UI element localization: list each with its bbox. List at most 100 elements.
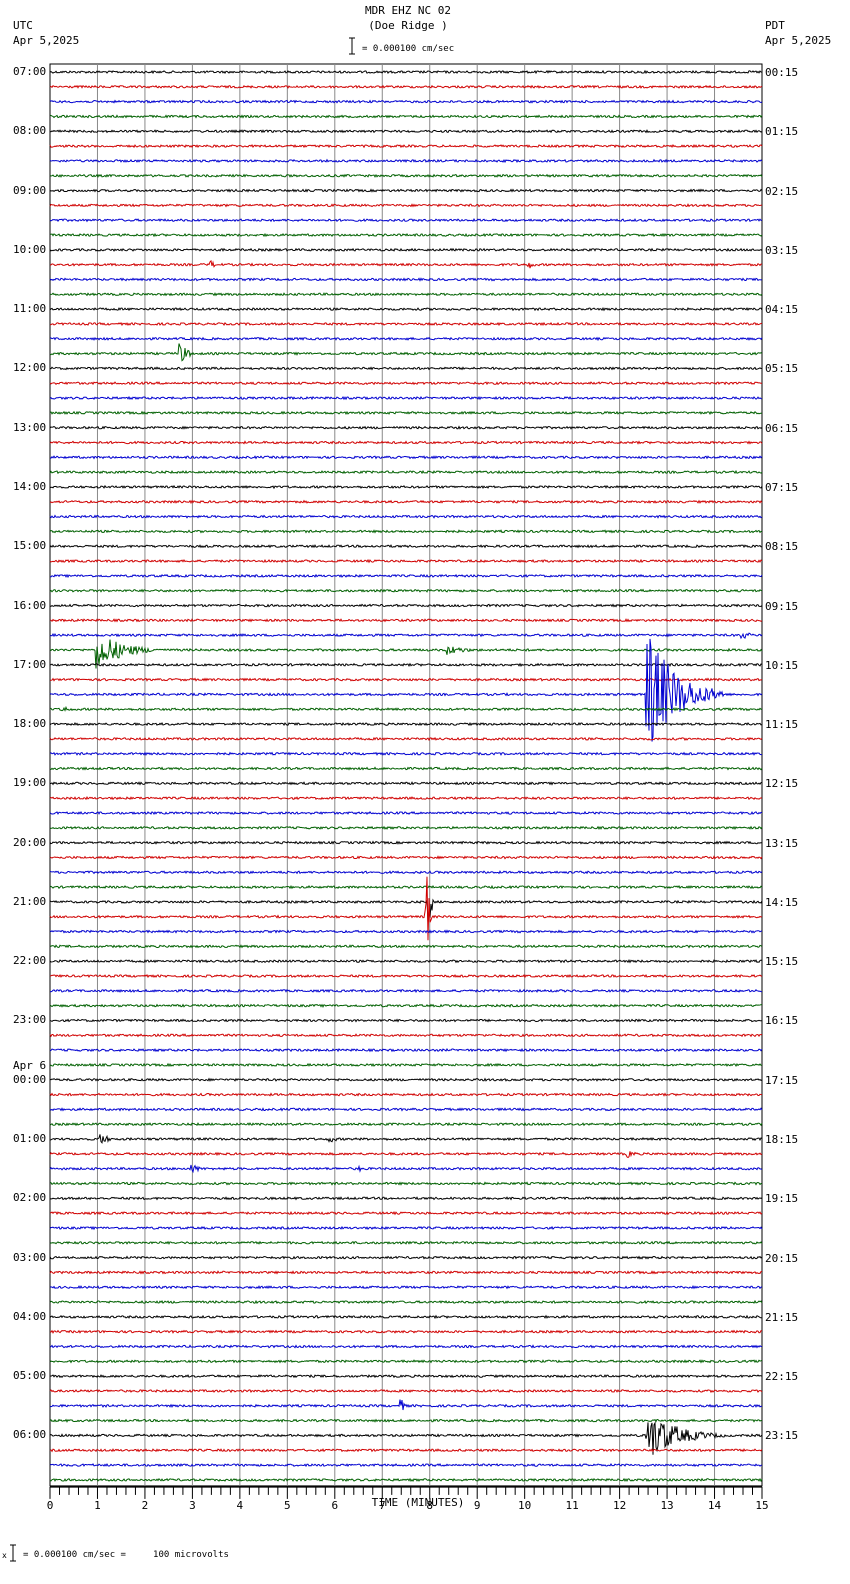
seismic-trace (49, 158, 763, 164)
utc-hour-label: 12:00 (13, 361, 47, 375)
seismic-trace (49, 1181, 763, 1186)
local-hour-label: 05:15 (765, 362, 799, 376)
local-hour-label: 21:15 (765, 1310, 799, 1324)
seismic-trace (49, 1418, 763, 1423)
local-hour-label: 15:15 (765, 955, 799, 969)
seismic-trace (49, 129, 763, 134)
local-hour-label: 00:15 (765, 66, 799, 79)
seismic-trace (49, 381, 762, 386)
seismic-trace (49, 1344, 762, 1349)
seismic-trace (49, 810, 763, 816)
seismic-trace (49, 410, 763, 415)
seismic-trace (49, 751, 762, 756)
seismic-trace (49, 277, 763, 282)
x-tick-label: 15 (755, 1498, 769, 1512)
local-hour-label: 09:15 (765, 599, 799, 613)
utc-hour-label: 03:00 (13, 1250, 47, 1264)
seismic-trace (49, 336, 763, 342)
seismic-trace (49, 99, 763, 104)
seismic-trace (49, 514, 763, 519)
seismic-trace (49, 114, 763, 119)
x-tick-label: 1 (94, 1498, 101, 1512)
x-tick-label: 7 (378, 1498, 386, 1512)
local-hour-label: 10:15 (765, 658, 799, 672)
seismic-trace (49, 1062, 763, 1068)
utc-hour-label: 07:00 (13, 65, 47, 78)
seismic-trace (49, 84, 763, 89)
seismic-trace (49, 618, 763, 623)
seismic-trace (49, 1134, 763, 1144)
seismic-trace (49, 1196, 763, 1201)
seismic-trace (49, 766, 763, 771)
x-tick-label: 0 (46, 1498, 54, 1512)
seismic-trace (49, 188, 763, 193)
seismic-trace (49, 343, 763, 362)
utc-hour-label: 21:00 (13, 894, 47, 908)
seismic-trace (49, 1285, 763, 1290)
seismic-trace (49, 544, 762, 549)
seismic-trace (49, 395, 763, 401)
local-hour-label: 13:15 (765, 836, 799, 850)
local-hour-label: 19:15 (765, 1192, 799, 1206)
utc-hour-label: 16:00 (13, 598, 47, 612)
seismic-trace (49, 1164, 763, 1174)
seismic-trace (49, 825, 763, 831)
local-hour-label: 07:15 (765, 480, 799, 494)
seismic-trace (50, 455, 763, 460)
seismic-trace (49, 588, 763, 593)
seismic-trace (49, 638, 763, 742)
local-hour-label: 08:15 (765, 540, 799, 554)
utc-hour-label: 15:00 (13, 539, 47, 553)
local-hour-label: 17:15 (765, 1073, 799, 1087)
x-tick-label: 10 (518, 1498, 532, 1512)
x-tick-label: 12 (612, 1498, 627, 1512)
helicorder-plot (10, 37, 763, 1562)
utc-hour-label: 23:00 (13, 1013, 47, 1027)
seismic-trace (49, 1210, 763, 1216)
seismic-trace (49, 1388, 763, 1394)
local-hour-label: 06:15 (765, 421, 799, 435)
utc-hour-label: 08:00 (13, 124, 47, 138)
local-hour-label: 03:15 (765, 243, 799, 257)
seismic-trace (49, 884, 763, 890)
day-change-label: Apr 6 (13, 1058, 47, 1072)
seismic-trace (49, 321, 763, 327)
utc-hour-label: 11:00 (13, 302, 47, 316)
seismic-trace (49, 1018, 763, 1023)
seismic-trace (49, 69, 763, 75)
seismic-trace (49, 1314, 763, 1320)
utc-hour-label: 00:00 (13, 1072, 47, 1086)
local-hour-label: 18:15 (765, 1133, 799, 1147)
utc-hour-label: 06:00 (13, 1428, 47, 1442)
x-tick-label: 8 (426, 1498, 434, 1512)
utc-hour-label: 14:00 (13, 479, 47, 493)
seismic-trace (49, 425, 763, 430)
seismic-trace (49, 1077, 763, 1082)
seismic-trace (49, 1225, 763, 1231)
utc-hour-label: 01:00 (13, 1132, 47, 1146)
seismic-trace (49, 144, 763, 149)
seismic-trace (49, 1240, 763, 1245)
seismic-trace (49, 217, 763, 223)
seismic-trace (49, 898, 763, 923)
seismic-trace (49, 870, 763, 875)
seismic-trace (49, 203, 763, 208)
seismic-trace (50, 232, 763, 238)
seismic-trace (49, 440, 763, 445)
utc-hour-label: 19:00 (13, 776, 47, 790)
seismic-trace (49, 1092, 763, 1097)
x-tick-label: 9 (473, 1498, 481, 1512)
seismic-trace (49, 1107, 763, 1112)
utc-hour-label: 09:00 (13, 183, 47, 197)
local-hour-label: 11:15 (765, 718, 799, 732)
local-hour-label: 02:15 (765, 184, 799, 198)
utc-hour-label: 04:00 (13, 1309, 47, 1323)
seismic-trace (49, 1463, 763, 1468)
seismic-trace (49, 1255, 763, 1260)
seismic-trace (49, 840, 763, 845)
seismic-trace (49, 1151, 763, 1159)
x-tick-label: 13 (660, 1498, 674, 1512)
x-tick-label: 3 (189, 1498, 196, 1512)
local-hour-label: 23:15 (765, 1429, 799, 1443)
x-tick-label: 14 (707, 1498, 722, 1512)
